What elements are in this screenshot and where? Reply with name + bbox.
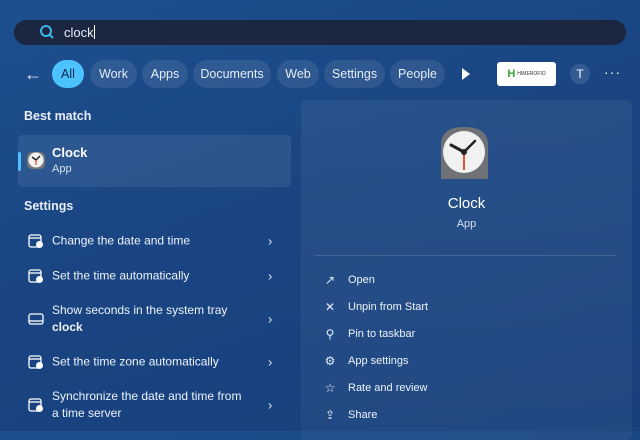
action-pin-taskbar[interactable]: ⚲ Pin to taskbar <box>319 325 609 345</box>
taskbar-icon <box>28 313 44 325</box>
open-external-icon: ↗ <box>324 273 336 287</box>
action-app-settings[interactable]: ⚙ App settings <box>319 352 609 372</box>
search-input[interactable]: clock <box>64 25 95 40</box>
best-match-subtitle: App <box>52 163 72 175</box>
filter-settings[interactable]: Settings <box>324 60 385 88</box>
filter-work[interactable]: Work <box>90 60 137 88</box>
detail-title: Clock <box>447 195 486 212</box>
setting-show-seconds[interactable]: Show seconds in the system tray clock › <box>18 302 291 336</box>
chevron-right-icon: › <box>268 268 273 284</box>
best-match-item[interactable]: Clock App <box>18 135 291 187</box>
calendar-clock-icon <box>28 398 43 412</box>
clock-app-large-icon <box>441 127 488 179</box>
selection-indicator <box>18 152 21 171</box>
filter-documents[interactable]: Documents <box>193 60 271 88</box>
more-options-button[interactable]: ··· <box>604 64 621 80</box>
chevron-right-icon: › <box>268 233 273 249</box>
filter-apps[interactable]: Apps <box>142 60 188 88</box>
search-icon <box>40 25 54 39</box>
setting-sync-time-server[interactable]: Synchronize the date and time from a tim… <box>18 388 291 422</box>
calendar-clock-icon <box>28 355 43 369</box>
setting-time-zone-auto[interactable]: Set the time zone automatically › <box>18 345 291 379</box>
setting-set-time-auto[interactable]: Set the time automatically › <box>18 259 291 293</box>
back-button[interactable]: ← <box>24 64 42 85</box>
chevron-right-icon: › <box>268 397 273 413</box>
avatar[interactable]: T <box>570 64 590 84</box>
search-box[interactable]: clock <box>14 20 626 45</box>
divider <box>315 255 615 256</box>
pin-icon: ⚲ <box>325 327 335 341</box>
best-match-heading: Best match <box>24 109 92 123</box>
chevron-right-icon: › <box>268 354 273 370</box>
unpin-icon: ✕ <box>324 300 336 314</box>
filter-all[interactable]: All <box>52 60 84 88</box>
calendar-clock-icon <box>28 234 43 248</box>
setting-change-date-time[interactable]: Change the date and time › <box>18 224 291 258</box>
star-list-icon: ☆ <box>324 381 336 395</box>
search-highlight-logo[interactable]: H HIMEROFIO <box>497 62 556 86</box>
clock-app-icon <box>27 152 45 169</box>
chevron-right-icon: › <box>268 311 273 327</box>
share-icon: ⇪ <box>324 408 336 422</box>
filter-people[interactable]: People <box>390 60 445 88</box>
action-unpin-start[interactable]: ✕ Unpin from Start <box>319 298 609 318</box>
filter-bar: ← All Work Apps Documents Web Settings P… <box>0 60 640 88</box>
calendar-clock-icon <box>28 269 43 283</box>
action-rate-review[interactable]: ☆ Rate and review <box>319 379 609 399</box>
detail-subtitle: App <box>456 218 477 230</box>
action-share[interactable]: ⇪ Share <box>319 406 609 426</box>
filter-web[interactable]: Web <box>277 60 319 88</box>
gear-icon: ⚙ <box>324 354 336 368</box>
settings-heading: Settings <box>24 199 74 213</box>
action-open[interactable]: ↗ Open <box>319 271 609 291</box>
detail-panel: Clock App ↗ Open ✕ Unpin from Start ⚲ Pin t… <box>301 100 632 440</box>
best-match-title: Clock <box>52 145 88 160</box>
more-filters-play-icon[interactable] <box>462 68 470 80</box>
